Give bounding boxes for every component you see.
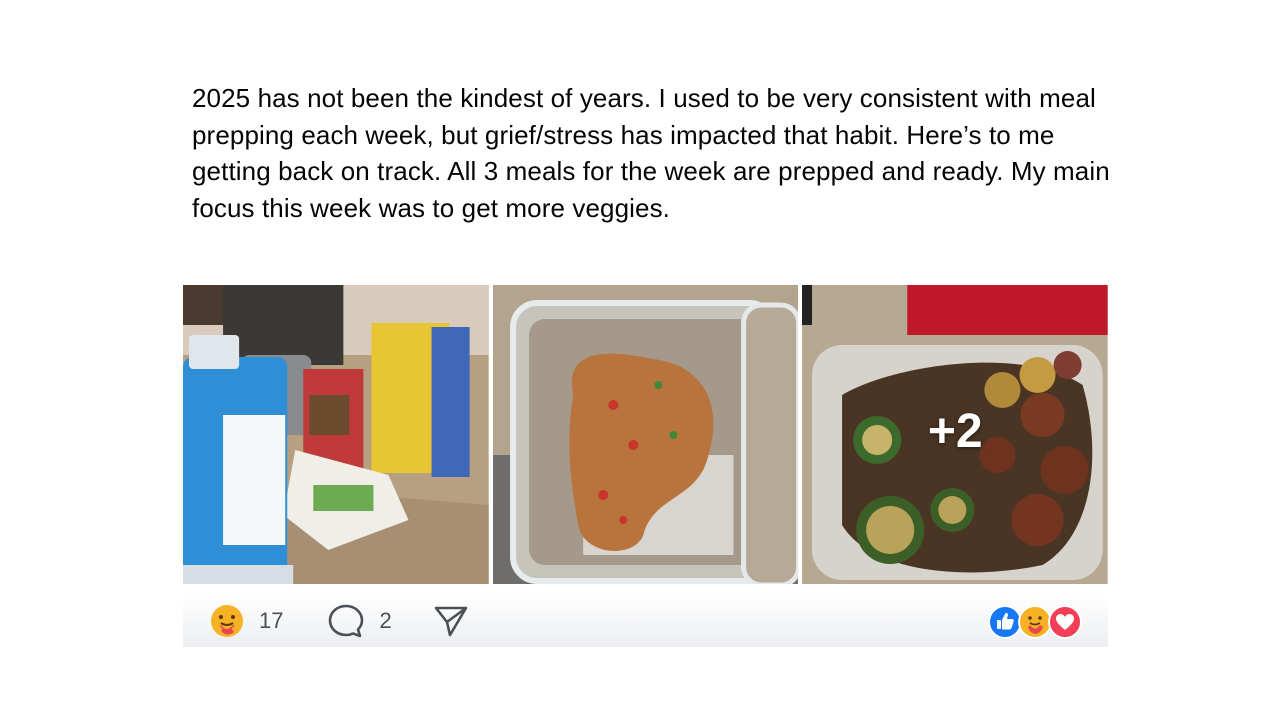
comment-button[interactable]: 2 [327,595,392,647]
rice-meal-prep-photo-image [492,285,799,584]
post-action-bar: 17 2 [183,595,1108,647]
groceries-photo-image [183,285,489,584]
photo-grid: +2 [183,285,1109,584]
love-reaction-icon [1048,605,1082,639]
like-reaction-icon [988,605,1022,639]
care-reaction-icon [211,605,243,637]
comment-icon [329,604,364,638]
comment-count: 2 [379,608,392,633]
react-button[interactable]: 17 [209,595,283,647]
care-reaction-icon [1018,605,1052,639]
reaction-summary[interactable] [988,605,1082,639]
photo-rice-meal[interactable] [492,285,799,584]
share-button[interactable] [432,595,470,647]
photo-groceries[interactable] [183,285,489,584]
post-text: 2025 has not been the kindest of years. … [192,83,1110,223]
photo-zucchini-sausage[interactable]: +2 [802,285,1109,584]
reaction-count: 17 [259,608,284,633]
more-photos-label[interactable]: +2 [802,285,1108,584]
share-icon [434,606,468,637]
